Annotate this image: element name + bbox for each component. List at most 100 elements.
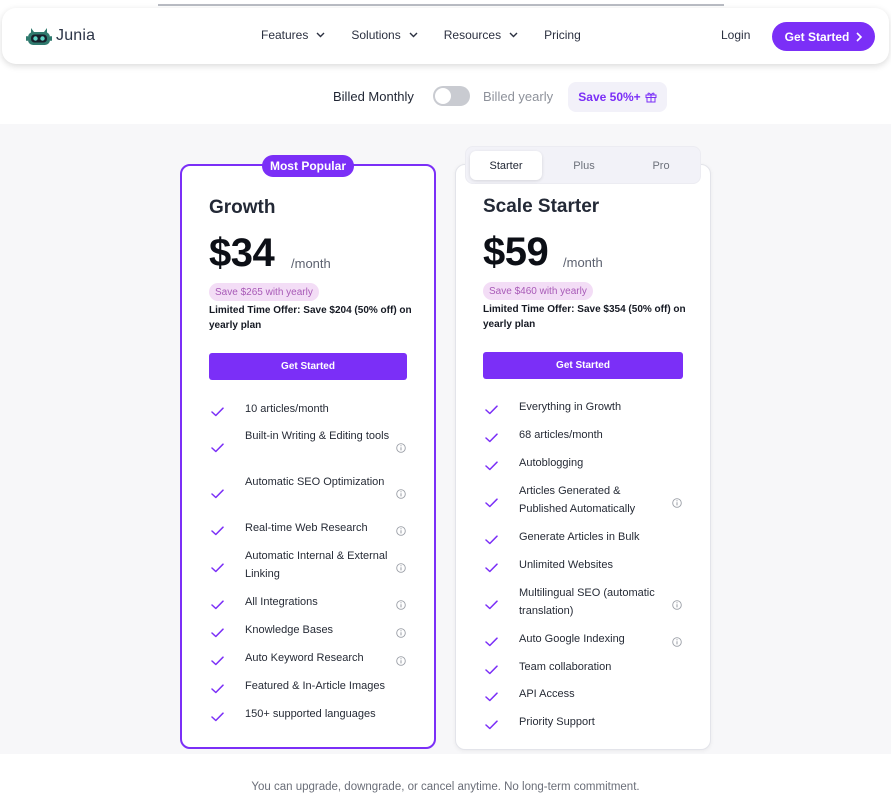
- check-icon: [211, 681, 224, 694]
- feature-item: 68 articles/month: [519, 429, 603, 441]
- feature-item: Autoblogging: [519, 457, 584, 469]
- feature-item: All Integrations: [245, 596, 318, 608]
- info-icon[interactable]: [396, 440, 406, 453]
- check-icon: [211, 523, 224, 536]
- growth-offer-text: Limited Time Offer: Save $204 (50% off) …: [209, 305, 412, 331]
- scale-price: $59: [483, 230, 549, 274]
- growth-price-period: /month: [291, 256, 331, 271]
- scale-get-started-button[interactable]: Get Started: [483, 352, 683, 379]
- scale-plan-name: Scale Starter: [483, 196, 600, 217]
- info-icon[interactable]: [672, 495, 682, 508]
- save-badge-label: Save 50%+: [578, 90, 641, 104]
- tab-plus[interactable]: Plus: [548, 151, 620, 180]
- check-icon: [485, 634, 498, 647]
- check-icon: [485, 717, 498, 730]
- header-get-started-button[interactable]: Get Started: [772, 22, 875, 51]
- chevron-down-icon: [316, 32, 325, 38]
- check-icon: [211, 404, 224, 417]
- site-header: Junia Features Solutions Resources Prici…: [2, 8, 889, 64]
- feature-item: Featured & In-Article Images: [245, 680, 386, 692]
- check-icon: [211, 709, 224, 722]
- feature-item: 10 articles/month: [245, 403, 329, 415]
- nav-pricing-label: Pricing: [544, 28, 581, 42]
- footer-note: You can upgrade, downgrade, or cancel an…: [251, 781, 640, 793]
- check-icon: [485, 560, 498, 573]
- feature-item: Built-in Writing & Editing tools: [245, 430, 390, 442]
- header-get-started-label: Get Started: [784, 29, 850, 44]
- save-badge: Save 50%+: [568, 82, 667, 112]
- chevron-down-icon: [509, 32, 518, 38]
- check-icon: [211, 440, 224, 453]
- info-icon[interactable]: [396, 486, 406, 499]
- feature-item: 150+ supported languages: [245, 708, 376, 720]
- chevron-down-icon: [409, 32, 418, 38]
- check-icon: [485, 597, 498, 610]
- nav-solutions-label: Solutions: [351, 28, 401, 42]
- tab-starter[interactable]: Starter: [470, 151, 542, 180]
- info-icon[interactable]: [672, 597, 682, 610]
- info-icon[interactable]: [396, 560, 406, 573]
- feature-item: Priority Support: [519, 716, 595, 728]
- chevron-right-icon: [856, 31, 863, 42]
- gift-icon: [645, 92, 657, 103]
- brand-name: Junia: [56, 27, 96, 44]
- nav-features[interactable]: Features: [261, 28, 325, 42]
- brand-logo[interactable]: Junia: [26, 25, 95, 47]
- info-icon[interactable]: [396, 653, 406, 666]
- feature-item: Articles Generated & Published Automatic…: [519, 485, 636, 515]
- nav-resources[interactable]: Resources: [444, 28, 518, 42]
- check-icon: [485, 458, 498, 471]
- check-icon: [211, 560, 224, 573]
- robot-logo-icon: [26, 28, 52, 45]
- scale-save-pill: Save $460 with yearly: [483, 282, 593, 300]
- check-icon: [485, 689, 498, 702]
- growth-get-started-button[interactable]: Get Started: [209, 353, 407, 380]
- nav-features-label: Features: [261, 28, 309, 42]
- toggle-knob: [435, 88, 451, 104]
- nav-pricing[interactable]: Pricing: [544, 28, 581, 42]
- growth-save-pill: Save $265 with yearly: [209, 283, 319, 301]
- feature-item: Auto Keyword Research: [245, 652, 364, 664]
- feature-item: Real-time Web Research: [245, 522, 368, 534]
- feature-item: Multilingual SEO (automatic translation): [519, 587, 655, 617]
- check-icon: [211, 625, 224, 638]
- info-icon[interactable]: [672, 634, 682, 647]
- login-link[interactable]: Login: [721, 28, 750, 42]
- tab-pro[interactable]: Pro: [625, 151, 697, 180]
- growth-price: $34: [209, 231, 275, 275]
- scale-price-period: /month: [563, 255, 603, 270]
- check-icon: [485, 430, 498, 443]
- scale-offer-text: Limited Time Offer: Save $354 (50% off) …: [483, 304, 686, 330]
- pricing-section-background: [0, 124, 891, 754]
- billed-yearly-label[interactable]: Billed yearly: [483, 89, 553, 104]
- check-icon: [211, 486, 224, 499]
- check-icon: [485, 532, 498, 545]
- feature-item: API Access: [519, 688, 575, 700]
- info-icon[interactable]: [396, 523, 406, 536]
- feature-item: Knowledge Bases: [245, 624, 334, 636]
- nav-solutions[interactable]: Solutions: [351, 28, 418, 42]
- most-popular-badge: Most Popular: [262, 155, 354, 177]
- billed-monthly-label[interactable]: Billed Monthly: [333, 89, 414, 104]
- scale-tier-tabs: Starter Plus Pro: [465, 146, 701, 184]
- check-icon: [485, 495, 498, 508]
- feature-item: Automatic Internal & External Linking: [245, 550, 388, 580]
- check-icon: [485, 402, 498, 415]
- feature-item: Team collaboration: [519, 661, 612, 673]
- growth-plan-name: Growth: [209, 197, 276, 218]
- feature-item: Auto Google Indexing: [519, 633, 625, 645]
- nav-resources-label: Resources: [443, 28, 502, 42]
- billing-toggle-row: Billed Monthly Billed yearly Save 50%+: [0, 82, 891, 112]
- info-icon[interactable]: [396, 625, 406, 638]
- top-divider: [158, 4, 724, 6]
- main-nav: Features Solutions Resources Pricing: [261, 28, 581, 42]
- feature-item: Generate Articles in Bulk: [519, 531, 640, 543]
- billing-toggle[interactable]: [433, 86, 470, 106]
- check-icon: [211, 597, 224, 610]
- check-icon: [211, 653, 224, 666]
- check-icon: [485, 662, 498, 675]
- feature-item: Automatic SEO Optimization: [245, 476, 385, 488]
- info-icon[interactable]: [396, 597, 406, 610]
- feature-item: Everything in Growth: [519, 401, 622, 413]
- feature-item: Unlimited Websites: [519, 559, 613, 571]
